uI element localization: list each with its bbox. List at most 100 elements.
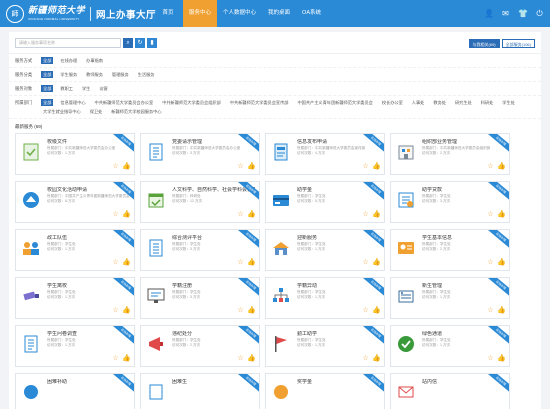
favorite-star-icon[interactable]: ☆: [487, 259, 494, 266]
service-name[interactable]: 学生离校: [47, 283, 130, 290]
filter-option[interactable]: 全部: [41, 99, 54, 106]
favorite-star-icon[interactable]: ☆: [112, 211, 119, 218]
favorite-star-icon[interactable]: ☆: [487, 307, 494, 314]
thumbs-up-icon[interactable]: 👍: [497, 163, 506, 170]
thumbs-up-icon[interactable]: 👍: [247, 307, 256, 314]
service-card[interactable]: 勤工助学 所属部门：学生处 访问次数：1.万次 在线办理 ☆ 👍: [265, 325, 385, 367]
service-name[interactable]: 党委请示管理: [172, 139, 255, 146]
filter-option[interactable]: 教师服务: [84, 71, 105, 78]
user-icon[interactable]: 👤: [484, 9, 494, 18]
favorite-star-icon[interactable]: ☆: [237, 307, 244, 314]
favorite-star-icon[interactable]: ☆: [362, 355, 369, 362]
service-card[interactable]: 学生离校 所属部门：学生处 访问次数：1.万次 在线办理 ☆ 👍: [15, 277, 135, 319]
filter-option[interactable]: 中共新疆师范大学委员会办公室: [93, 99, 156, 106]
favorite-star-icon[interactable]: ☆: [237, 211, 244, 218]
service-name[interactable]: 困难补助: [47, 379, 130, 386]
service-card[interactable]: 综合测评平台 所属部门：学生处 访问次数：3.万次 在线办理 ☆ 👍: [140, 229, 260, 271]
thumbs-up-icon[interactable]: 👍: [372, 355, 381, 362]
filter-option[interactable]: 学生服务: [58, 71, 79, 78]
filter-option[interactable]: 大学生就业指导中心: [41, 108, 83, 115]
thumbs-up-icon[interactable]: 👍: [372, 307, 381, 314]
service-name[interactable]: 校级文件: [47, 139, 130, 146]
service-card[interactable]: 困难补助 在线办理: [15, 373, 135, 409]
favorite-star-icon[interactable]: ☆: [362, 163, 369, 170]
service-name[interactable]: 绿色通道: [422, 331, 505, 338]
refresh-button[interactable]: ↻: [135, 37, 145, 48]
thumbs-up-icon[interactable]: 👍: [122, 307, 131, 314]
search-button[interactable]: ⌕: [123, 37, 133, 48]
thumbs-up-icon[interactable]: 👍: [497, 307, 506, 314]
favorite-star-icon[interactable]: ☆: [487, 211, 494, 218]
service-name[interactable]: 人文科学、自然科学、社会学科会议申请: [172, 187, 255, 194]
favorite-star-icon[interactable]: ☆: [112, 163, 119, 170]
thumbs-up-icon[interactable]: 👍: [372, 163, 381, 170]
service-name[interactable]: 困难生: [172, 379, 255, 386]
service-name[interactable]: 组织部业务管理: [422, 139, 505, 146]
filter-option[interactable]: 中共新疆师范大学委员会宣传部: [228, 99, 291, 106]
filter-option[interactable]: 校长办公室: [380, 99, 405, 106]
thumbs-up-icon[interactable]: 👍: [497, 259, 506, 266]
filter-option[interactable]: 管理服务: [110, 71, 131, 78]
thumbs-up-icon[interactable]: 👍: [122, 355, 131, 362]
nav-item[interactable]: 个人数据中心: [217, 0, 262, 27]
service-name[interactable]: 校园文化活动申请: [47, 187, 130, 194]
nav-item[interactable]: 首页: [153, 0, 183, 27]
favorite-star-icon[interactable]: ☆: [487, 163, 494, 170]
service-card[interactable]: 学生问卷调查 所属部门：学生处 访问次数：1.万次 在线办理 ☆ 👍: [15, 325, 135, 367]
service-card[interactable]: 学籍注册 所属部门：学生处 访问次数：3.万次 在线办理 ☆ 👍: [140, 277, 260, 319]
service-name[interactable]: 学籍异动: [297, 283, 380, 290]
filter-option[interactable]: 全部: [41, 85, 54, 92]
service-name[interactable]: 学生基本信息: [422, 235, 505, 242]
thumbs-up-icon[interactable]: 👍: [497, 355, 506, 362]
related-services-button[interactable]: 与我相关(69): [468, 39, 500, 48]
filter-option[interactable]: 新疆师范大学校园服务中心: [109, 108, 163, 115]
service-name[interactable]: 学籍注册: [172, 283, 255, 290]
service-card[interactable]: 奖学金 在线办理: [265, 373, 385, 409]
thumbs-up-icon[interactable]: 👍: [122, 259, 131, 266]
filter-option[interactable]: 学生: [80, 85, 92, 92]
mail-icon[interactable]: ✉: [501, 9, 510, 18]
filter-option[interactable]: 访客: [97, 85, 109, 92]
service-card[interactable]: 政工队伍 所属部门：学生处 访问次数：1.万次 在线办理 ☆ 👍: [15, 229, 135, 271]
service-card[interactable]: 助学金 所属部门：学生处 访问次数：5.万次 在线办理 ☆ 👍: [265, 181, 385, 223]
service-name[interactable]: 信息发布申请: [297, 139, 380, 146]
favorite-star-icon[interactable]: ☆: [362, 259, 369, 266]
favorite-star-icon[interactable]: ☆: [362, 307, 369, 314]
service-name[interactable]: 迎新服务: [297, 235, 380, 242]
favorite-star-icon[interactable]: ☆: [237, 259, 244, 266]
filter-option[interactable]: 人事处: [410, 99, 427, 106]
service-name[interactable]: 新生管理: [422, 283, 505, 290]
service-card[interactable]: 违纪处分 所属部门：学生处 访问次数：2.万次 在线办理 ☆ 👍: [140, 325, 260, 367]
service-card[interactable]: 信息发布申请 所属部门：中共新疆师范大学委员会宣传部 访问次数：4.万次 在线办理 ☆ 👍: [265, 133, 385, 175]
thumbs-up-icon[interactable]: 👍: [247, 211, 256, 218]
school-logo[interactable]: 師 新疆师范大学 XINJIANG NORMAL UNIVERSITY 网上办事…: [0, 4, 156, 23]
filter-option[interactable]: 教职工: [58, 85, 75, 92]
filter-option[interactable]: 中国共产主义青年团新疆师范大学委员会: [295, 99, 374, 106]
search-input[interactable]: 请输入服务事项名称: [15, 37, 121, 48]
service-name[interactable]: 学生问卷调查: [47, 331, 130, 338]
favorite-star-icon[interactable]: ☆: [112, 307, 119, 314]
thumbs-up-icon[interactable]: 👍: [247, 163, 256, 170]
thumbs-up-icon[interactable]: 👍: [122, 211, 131, 218]
nav-item[interactable]: 服务中心: [183, 0, 218, 27]
service-name[interactable]: 站内信: [422, 379, 505, 386]
logout-icon[interactable]: ⏻: [535, 9, 544, 18]
service-card[interactable]: 学籍异动 所属部门：学生处 访问次数：1.万次 在线办理 ☆ 👍: [265, 277, 385, 319]
thumbs-up-icon[interactable]: 👍: [372, 211, 381, 218]
service-card[interactable]: 党委请示管理 所属部门：中共新疆师范大学委员会办公室 访问次数：3.万次 在线办理 ☆ 👍: [140, 133, 260, 175]
filter-option[interactable]: 办事指南: [84, 57, 105, 64]
favorite-star-icon[interactable]: ☆: [112, 355, 119, 362]
nav-item[interactable]: OA系统: [296, 0, 327, 27]
service-name[interactable]: 综合测评平台: [172, 235, 255, 242]
chart-view-button[interactable]: ▮: [147, 37, 157, 48]
service-card[interactable]: 迎新服务 所属部门：学生处 访问次数：1.万次 在线办理 ☆ 👍: [265, 229, 385, 271]
service-card[interactable]: 绿色通道 所属部门：学生处 访问次数：1.万次 在线办理 ☆ 👍: [390, 325, 510, 367]
service-card[interactable]: 组织部业务管理 所属部门：中共新疆师范大学委员会组织部 访问次数：2.万次 在线办理 ☆…: [390, 133, 510, 175]
filter-option[interactable]: 科研处: [479, 99, 496, 106]
service-card[interactable]: 校园文化活动申请 所属部门：中国共产主义青年团新疆师范大学委员会 访问次数：8.万次…: [15, 181, 135, 223]
favorite-star-icon[interactable]: ☆: [112, 259, 119, 266]
thumbs-up-icon[interactable]: 👍: [247, 259, 256, 266]
service-name[interactable]: 助学贷款: [422, 187, 505, 194]
filter-option[interactable]: 生活服务: [136, 71, 157, 78]
filter-option[interactable]: 信息管理中心: [58, 99, 87, 106]
